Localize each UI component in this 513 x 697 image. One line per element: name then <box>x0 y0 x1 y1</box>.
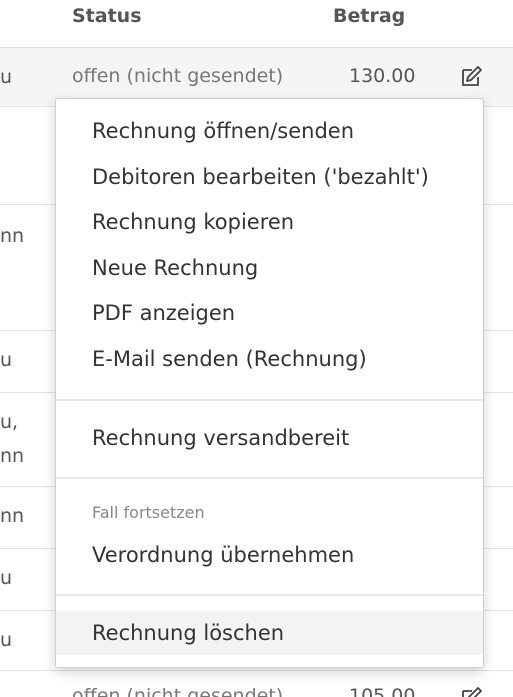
row-name: u <box>0 629 13 651</box>
edit-icon[interactable] <box>460 685 484 697</box>
row-name: nn <box>0 505 25 527</box>
menu-section-header: Fall fortsetzen <box>92 503 205 522</box>
menu-item-show-pdf[interactable]: PDF anzeigen <box>56 291 483 335</box>
row-amount: 130.00 <box>349 65 416 87</box>
edit-icon[interactable] <box>460 64 484 88</box>
menu-item-delete-invoice[interactable]: Rechnung löschen <box>56 611 483 655</box>
row-status: offen (nicht gesendet) <box>72 685 284 697</box>
row-status: offen (nicht gesendet) <box>72 65 284 87</box>
row-name: u, nn <box>0 411 25 467</box>
menu-item-edit-debtors[interactable]: Debitoren bearbeiten ('bezahlt') <box>56 155 483 199</box>
column-header-status[interactable]: Status <box>72 5 142 27</box>
menu-divider <box>56 594 483 596</box>
menu-item-send-email[interactable]: E-Mail senden (Rechnung) <box>56 337 483 381</box>
row-name: u <box>0 66 13 88</box>
menu-item-copy-invoice[interactable]: Rechnung kopieren <box>56 200 483 244</box>
row-name: u <box>0 349 13 371</box>
context-menu: Rechnung öffnen/senden Debitoren bearbei… <box>55 98 484 668</box>
invoice-list-page: Status Betrag u offen (nicht gesendet) 1… <box>0 0 513 697</box>
menu-item-open-send-invoice[interactable]: Rechnung öffnen/senden <box>56 109 483 153</box>
table-row[interactable]: offen (nicht gesendet) 105.00 <box>0 671 513 697</box>
menu-item-invoice-ready-to-ship[interactable]: Rechnung versandbereit <box>56 416 483 460</box>
menu-item-new-invoice[interactable]: Neue Rechnung <box>56 246 483 290</box>
row-name: u <box>0 567 13 589</box>
menu-divider <box>56 399 483 401</box>
menu-divider <box>56 477 483 479</box>
row-name: nn <box>0 225 25 247</box>
menu-item-adopt-prescription[interactable]: Verordnung übernehmen <box>56 533 483 577</box>
column-header-amount[interactable]: Betrag <box>333 5 405 27</box>
row-amount: 105.00 <box>349 685 416 697</box>
